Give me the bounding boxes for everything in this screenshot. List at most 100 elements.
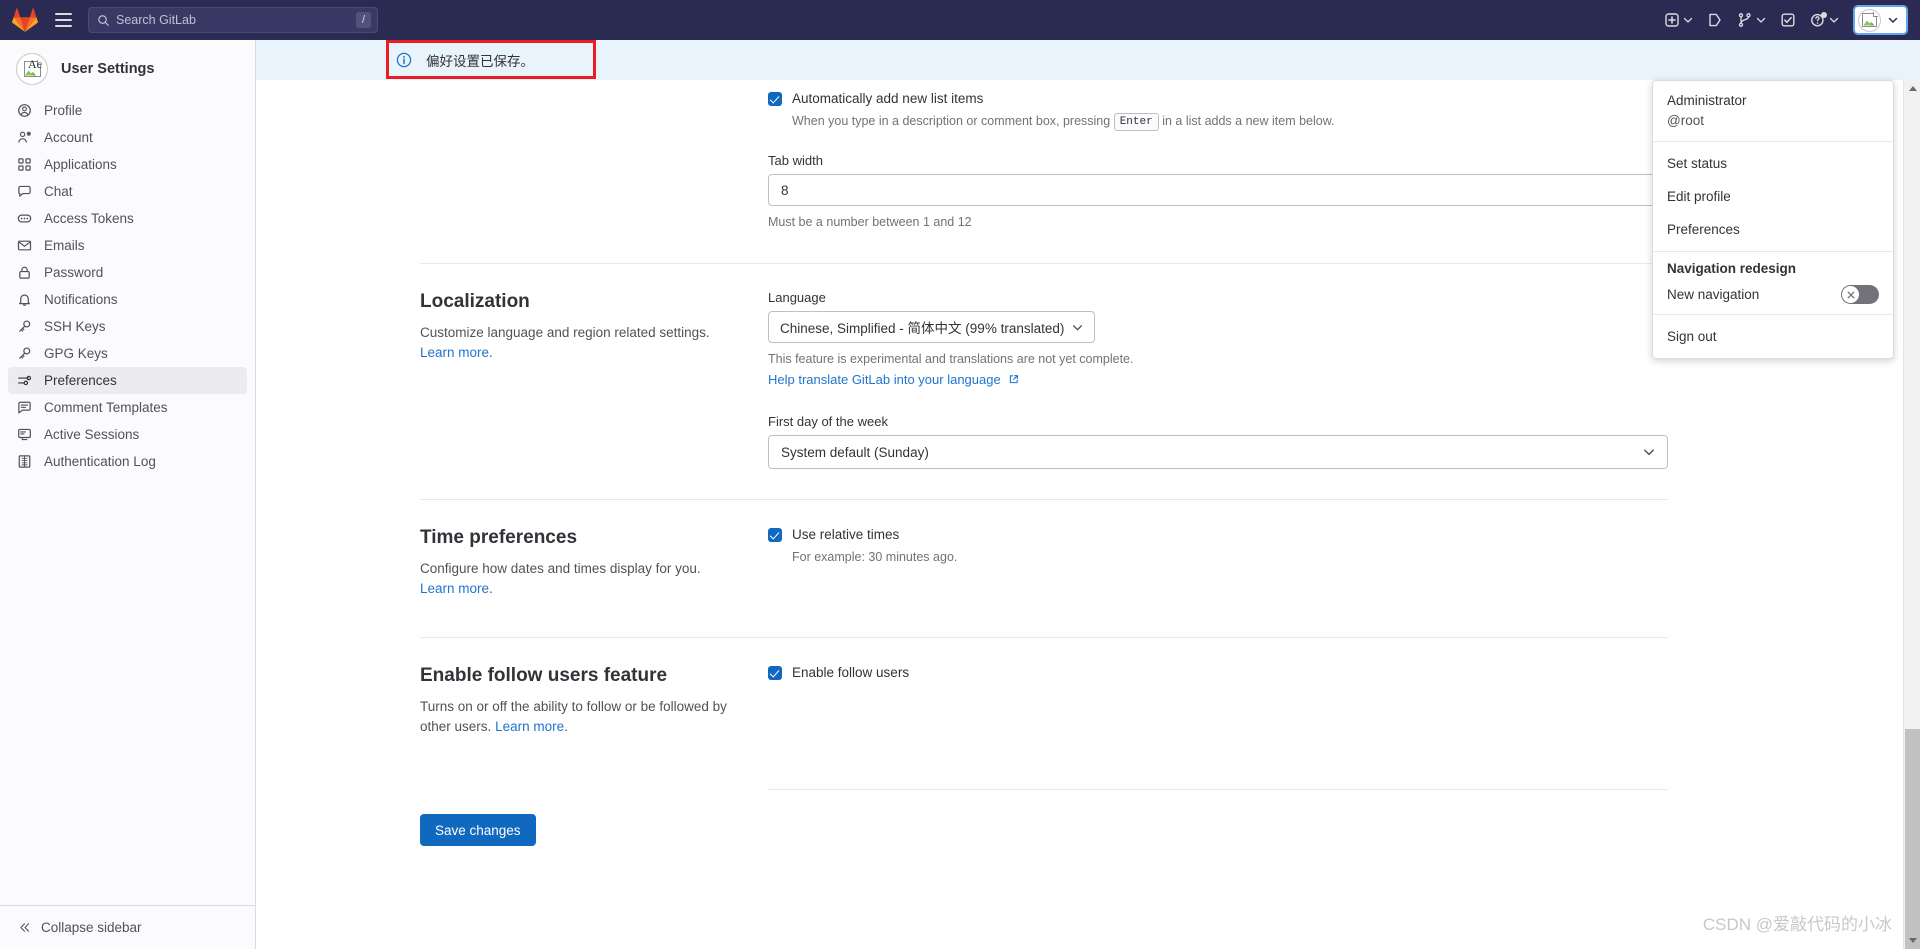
localization-learn-more-link[interactable]: Learn more bbox=[420, 345, 489, 360]
chevron-down-icon bbox=[1644, 449, 1654, 456]
menu-item-edit-profile[interactable]: Edit profile bbox=[1653, 180, 1893, 213]
auto-list-help-suffix: in a list adds a new item below. bbox=[1162, 114, 1335, 128]
tab-width-label: Tab width bbox=[768, 153, 823, 168]
scroll-down-button[interactable] bbox=[1904, 932, 1920, 949]
sidebar-item-label: Password bbox=[44, 265, 104, 280]
auto-list-items-label: Automatically add new list items bbox=[792, 91, 984, 106]
period: . bbox=[489, 345, 493, 360]
sidebar-title: User Settings bbox=[61, 61, 155, 77]
localization-left-col: Localization Customize language and regi… bbox=[420, 290, 768, 469]
avatar-alt-text: Ac bbox=[28, 57, 42, 71]
sidebar-item-ssh-keys[interactable]: SSH Keys bbox=[8, 313, 247, 340]
follow-users-learn-more-link[interactable]: Learn more bbox=[495, 719, 564, 734]
plus-square-icon bbox=[1665, 13, 1679, 27]
auto-list-items-checkbox[interactable] bbox=[768, 92, 782, 106]
language-select[interactable]: Chinese, Simplified - 简体中文 (99% translat… bbox=[768, 311, 1096, 343]
create-new-button[interactable] bbox=[1658, 6, 1699, 34]
help-button[interactable] bbox=[1804, 6, 1845, 34]
behavior-section: Automatically add new list items When yo… bbox=[420, 80, 1668, 231]
chevron-double-left-icon bbox=[18, 921, 31, 934]
time-preferences-learn-more-link[interactable]: Learn more bbox=[420, 581, 489, 596]
sidebar-item-password[interactable]: Password bbox=[8, 259, 247, 286]
search-shortcut-badge: / bbox=[355, 12, 371, 28]
sidebar-item-applications[interactable]: Applications bbox=[8, 151, 247, 178]
sidebar-item-active-sessions[interactable]: Active Sessions bbox=[8, 421, 247, 448]
key-icon bbox=[16, 346, 32, 362]
chat-bubble-icon bbox=[16, 184, 32, 200]
log-list-icon bbox=[16, 454, 32, 470]
time-preferences-section: Time preferences Configure how dates and… bbox=[420, 500, 1668, 599]
comment-lines-icon bbox=[16, 400, 32, 416]
user-identity-block: Administrator @root bbox=[1653, 81, 1893, 141]
sidebar-item-access-tokens[interactable]: Access Tokens bbox=[8, 205, 247, 232]
merge-request-icon bbox=[1738, 13, 1751, 27]
menu-item-set-status[interactable]: Set status bbox=[1653, 147, 1893, 180]
bell-icon bbox=[16, 292, 32, 308]
sidebar-item-account[interactable]: Account bbox=[8, 124, 247, 151]
vertical-scrollbar[interactable] bbox=[1903, 80, 1920, 949]
preferences-sliders-icon bbox=[16, 373, 32, 389]
tab-width-input[interactable] bbox=[768, 174, 1668, 206]
sidebar-item-notifications[interactable]: Notifications bbox=[8, 286, 247, 313]
gitlab-logo-icon[interactable] bbox=[8, 3, 42, 37]
auto-list-items-help: When you type in a description or commen… bbox=[792, 112, 1335, 131]
help-translate-link[interactable]: Help translate GitLab into your language bbox=[768, 372, 1001, 387]
menu-item-preferences[interactable]: Preferences bbox=[1653, 213, 1893, 246]
user-avatar-button[interactable] bbox=[1853, 5, 1908, 35]
sidebar-item-label: Account bbox=[44, 130, 93, 145]
time-preferences-title: Time preferences bbox=[420, 527, 578, 548]
sidebar-item-gpg-keys[interactable]: GPG Keys bbox=[8, 340, 247, 367]
localization-title: Localization bbox=[420, 291, 530, 312]
tab-width-field: Tab width Must be a number between 1 and… bbox=[768, 153, 1668, 231]
user-handle: @root bbox=[1667, 113, 1704, 128]
follow-users-left-col: Enable follow users feature Turns on or … bbox=[420, 664, 768, 737]
save-row: Save changes bbox=[420, 790, 1668, 846]
sidebar-item-emails[interactable]: Emails bbox=[8, 232, 247, 259]
follow-users-label: Enable follow users bbox=[792, 665, 910, 680]
sidebar-item-preferences[interactable]: Preferences bbox=[8, 367, 247, 394]
sidebar-item-comment-templates[interactable]: Comment Templates bbox=[8, 394, 247, 421]
chevron-down-icon bbox=[1683, 17, 1693, 23]
merge-requests-button[interactable] bbox=[1731, 6, 1772, 34]
navigation-redesign-heading: Navigation redesign bbox=[1667, 261, 1797, 276]
collapse-sidebar-label: Collapse sidebar bbox=[41, 920, 142, 935]
search-input[interactable]: Search GitLab / bbox=[88, 7, 378, 33]
localization-right-col: Language Chinese, Simplified - 简体中文 (99%… bbox=[768, 290, 1668, 469]
period: . bbox=[489, 581, 493, 596]
user-menu-items: Set status Edit profile Preferences bbox=[1653, 142, 1893, 251]
save-changes-button[interactable]: Save changes bbox=[420, 814, 536, 846]
first-day-value: System default (Sunday) bbox=[781, 444, 929, 460]
sidebar-item-profile[interactable]: Profile bbox=[8, 97, 247, 124]
first-day-select[interactable]: System default (Sunday) bbox=[768, 435, 1668, 469]
time-preferences-description: Configure how dates and times display fo… bbox=[420, 559, 728, 599]
language-value: Chinese, Simplified - 简体中文 (99% translat… bbox=[780, 321, 1065, 336]
collapse-sidebar-button[interactable]: Collapse sidebar bbox=[0, 905, 255, 949]
hamburger-menu-icon[interactable] bbox=[48, 5, 78, 35]
sidebar-item-label: Authentication Log bbox=[44, 454, 156, 469]
watermark-text: CSDN @爱敲代码的小冰 bbox=[1702, 915, 1892, 934]
sidebar-header[interactable]: Ac User Settings bbox=[0, 40, 255, 97]
issues-button[interactable] bbox=[1701, 6, 1729, 34]
new-navigation-label: New navigation bbox=[1667, 287, 1760, 302]
relative-times-row: Use relative times For example: 30 minut… bbox=[768, 526, 1668, 566]
behavior-left-col bbox=[420, 90, 768, 231]
topbar-actions bbox=[1658, 5, 1908, 35]
sidebar-item-label: Notifications bbox=[44, 292, 118, 307]
gitlab-app-window: Search GitLab / Ac User Settings Profile… bbox=[0, 0, 1920, 949]
auto-list-help-prefix: When you type in a description or commen… bbox=[792, 114, 1111, 128]
scroll-up-button[interactable] bbox=[1904, 80, 1920, 97]
menu-item-sign-out[interactable]: Sign out bbox=[1653, 320, 1893, 353]
chevron-down-icon bbox=[1073, 324, 1083, 331]
follow-users-checkbox[interactable] bbox=[768, 666, 782, 680]
scrollbar-thumb[interactable] bbox=[1905, 729, 1920, 949]
external-link-icon bbox=[1008, 372, 1019, 390]
chevron-down-icon bbox=[1888, 17, 1898, 24]
new-navigation-toggle[interactable] bbox=[1841, 285, 1879, 304]
relative-times-label: Use relative times bbox=[792, 527, 900, 542]
todos-button[interactable] bbox=[1774, 6, 1802, 34]
sidebar-item-chat[interactable]: Chat bbox=[8, 178, 247, 205]
search-placeholder-text: Search GitLab bbox=[116, 13, 196, 27]
sidebar-item-authentication-log[interactable]: Authentication Log bbox=[8, 448, 247, 475]
relative-times-checkbox[interactable] bbox=[768, 528, 782, 542]
alert-banner: 偏好设置已保存。 bbox=[256, 40, 1920, 80]
